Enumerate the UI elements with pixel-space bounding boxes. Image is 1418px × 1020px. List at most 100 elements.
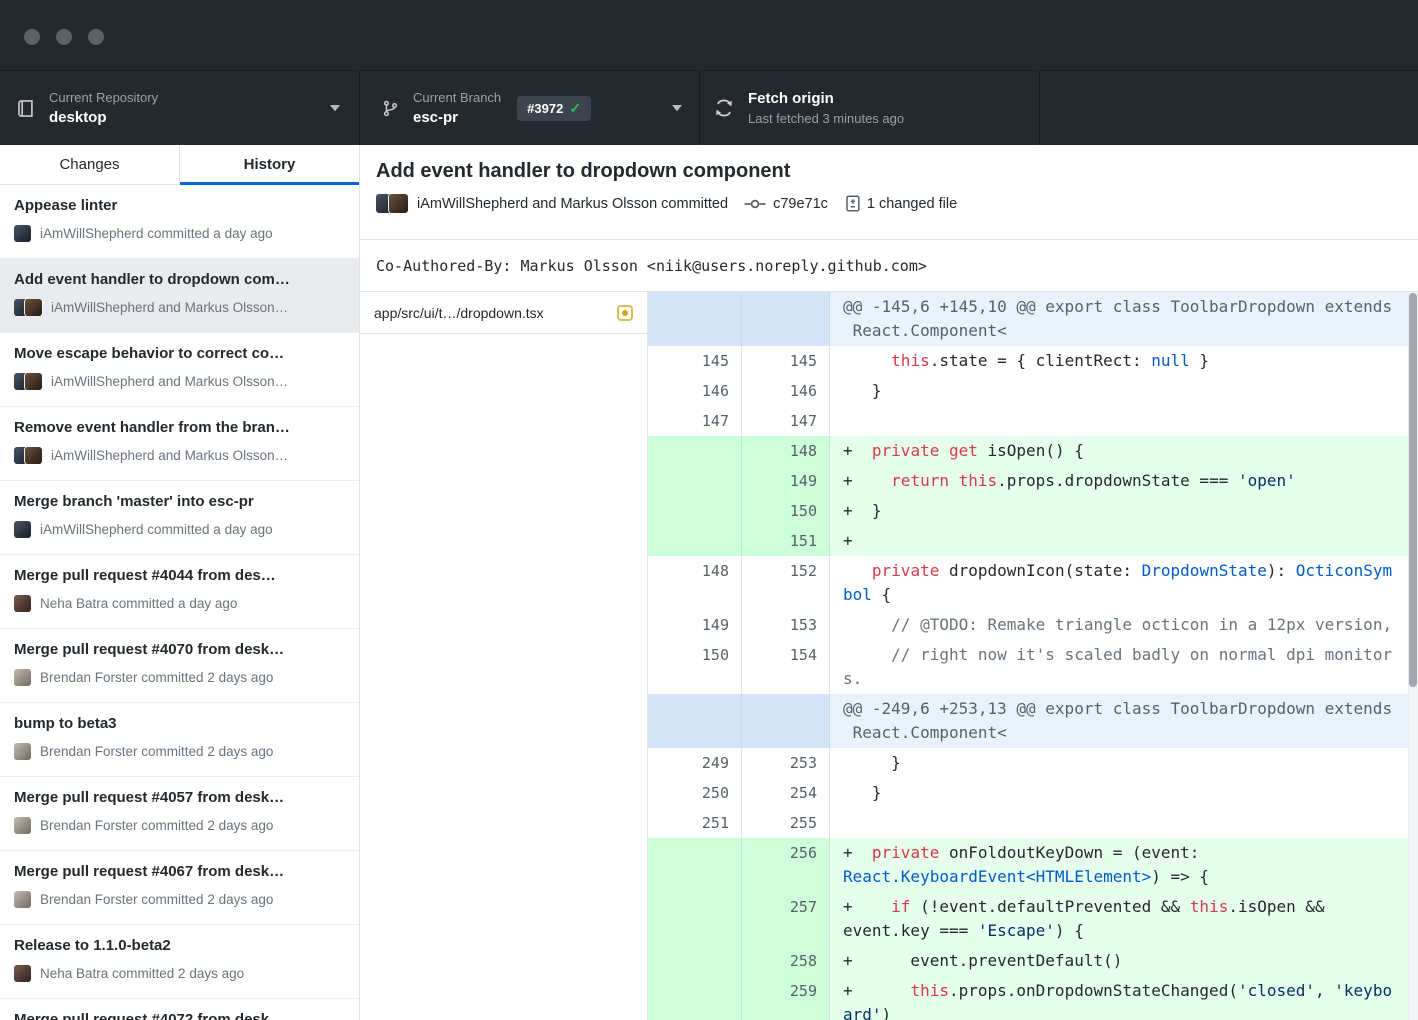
pr-number-badge[interactable]: #3972✓	[517, 96, 591, 121]
commit-list-item[interactable]: Add event handler to dropdown com… iAmWil…	[0, 259, 359, 333]
diff-view: app/src/ui/t…/dropdown.tsx @@ -145,6 +14…	[360, 292, 1418, 1020]
diff-context-line: 149153 // @TODO: Remake triangle octicon…	[648, 610, 1418, 640]
old-line-number	[648, 892, 742, 946]
commit-list-item[interactable]: Merge pull request #4070 from desk…Brend…	[0, 629, 359, 703]
commit-item-title: bump to beta3	[14, 714, 347, 734]
fetch-origin-button[interactable]: Fetch origin Last fetched 3 minutes ago	[700, 71, 1040, 145]
new-line-number: 154	[742, 640, 830, 694]
commit-list-item[interactable]: bump to beta3 Brendan Forster committed 2…	[0, 703, 359, 777]
old-line-number	[648, 436, 742, 466]
branch-selector[interactable]: Current Branch esc-pr #3972✓	[360, 71, 700, 145]
commit-item-title: Merge pull request #4072 from desk…	[14, 1010, 347, 1020]
diff-code-text: + }	[830, 496, 1418, 526]
byline-text: Neha Batra committed a day ago	[40, 596, 237, 611]
commit-detail: Add event handler to dropdown component …	[360, 145, 1418, 1020]
chevron-down-icon	[671, 104, 683, 112]
commit-list-item[interactable]: Merge pull request #4067 from desk… Brend…	[0, 851, 359, 925]
diff-code-text: // right now it's scaled badly on normal…	[830, 640, 1418, 694]
diff-added-line: 150+ }	[648, 496, 1418, 526]
committer-avatars	[14, 225, 31, 242]
diff-context-line: 250254 }	[648, 778, 1418, 808]
avatar	[25, 299, 42, 316]
tab-history[interactable]: History	[179, 145, 359, 184]
new-line-number: 150	[742, 496, 830, 526]
new-line-number: 149	[742, 466, 830, 496]
byline-text: Brendan Forster committed 2 days ago	[40, 670, 273, 685]
new-line-number: 258	[742, 946, 830, 976]
avatar	[14, 743, 31, 760]
pr-number: #3972	[527, 101, 563, 116]
repository-name: desktop	[49, 108, 158, 127]
diff-added-line: 151+	[648, 526, 1418, 556]
minimize-window-button[interactable]	[56, 29, 72, 45]
byline-text: Brendan Forster committed 2 days ago	[40, 892, 273, 907]
commit-list-item[interactable]: Merge pull request #4057 from desk…Brend…	[0, 777, 359, 851]
repo-icon	[16, 99, 35, 118]
committer-avatars	[14, 373, 42, 390]
commit-item-title: Move escape behavior to correct co…	[14, 344, 347, 364]
commit-item-title: Merge pull request #4067 from desk…	[14, 862, 347, 882]
diff-context-line: 146146 }	[648, 376, 1418, 406]
new-line-number: 145	[742, 346, 830, 376]
commit-list-item[interactable]: Merge branch 'master' into esc-priAmWill…	[0, 481, 359, 555]
byline-text: Neha Batra committed 2 days ago	[40, 966, 244, 981]
content: Changes History Appease linteriAmWillShe…	[0, 145, 1418, 1020]
fetch-subtitle: Last fetched 3 minutes ago	[748, 110, 904, 127]
commit-item-byline: iAmWillShepherd and Markus Olsson…	[14, 373, 347, 390]
new-line-number: 253	[742, 748, 830, 778]
old-line-number	[648, 976, 742, 1020]
avatar	[14, 225, 31, 242]
commit-item-title: Remove event handler from the bran…	[14, 418, 347, 438]
modified-status-icon	[617, 305, 633, 321]
scrollbar-thumb[interactable]	[1409, 293, 1417, 687]
diff-code-text: this.state = { clientRect: null }	[830, 346, 1418, 376]
commit-list-item[interactable]: Merge pull request #4072 from desk…	[0, 999, 359, 1020]
new-line-number	[742, 694, 830, 748]
close-window-button[interactable]	[24, 29, 40, 45]
commit-list-item[interactable]: Appease linteriAmWillShepherd committed …	[0, 185, 359, 259]
diff-context-line: 147147	[648, 406, 1418, 436]
old-line-number: 250	[648, 778, 742, 808]
diff-hunk-header: @@ -145,6 +145,10 @@ export class Toolba…	[648, 292, 1418, 346]
commit-item-title: Merge pull request #4057 from desk…	[14, 788, 347, 808]
old-line-number: 251	[648, 808, 742, 838]
file-diff-icon	[846, 195, 860, 212]
diff-scrollbar[interactable]	[1408, 292, 1418, 1020]
commit-list-item[interactable]: Release to 1.1.0-beta2Neha Batra committ…	[0, 925, 359, 999]
commit-item-byline: Brendan Forster committed 2 days ago	[14, 669, 347, 686]
diff-code-text: + private onFoldoutKeyDown = (event: Rea…	[830, 838, 1418, 892]
committer-avatars	[14, 299, 42, 316]
commit-list-item[interactable]: Move escape behavior to correct co… iAmWi…	[0, 333, 359, 407]
zoom-window-button[interactable]	[88, 29, 104, 45]
old-line-number: 148	[648, 556, 742, 610]
avatar	[14, 669, 31, 686]
old-line-number: 249	[648, 748, 742, 778]
old-line-number: 145	[648, 346, 742, 376]
commit-item-byline: Brendan Forster committed 2 days ago	[14, 743, 347, 760]
diff-context-line: 251255	[648, 808, 1418, 838]
sync-icon	[714, 98, 734, 118]
window-controls	[24, 29, 104, 45]
tab-changes[interactable]: Changes	[0, 145, 179, 184]
chevron-down-icon	[329, 104, 341, 112]
new-line-number: 153	[742, 610, 830, 640]
repository-selector[interactable]: Current Repository desktop	[0, 71, 360, 145]
byline-text: iAmWillShepherd committed a day ago	[40, 226, 273, 241]
diff-added-line: 258+ event.preventDefault()	[648, 946, 1418, 976]
commit-item-title: Add event handler to dropdown com…	[14, 270, 347, 290]
commit-item-byline: Brendan Forster committed 2 days ago	[14, 891, 347, 908]
committer-avatars	[14, 521, 31, 538]
commit-list-item[interactable]: Remove event handler from the bran…iAmWi…	[0, 407, 359, 481]
diff-code-text: + if (!event.defaultPrevented && this.is…	[830, 892, 1418, 946]
diff-context-line: 145145 this.state = { clientRect: null }	[648, 346, 1418, 376]
changed-file-item[interactable]: app/src/ui/t…/dropdown.tsx	[360, 292, 647, 334]
github-desktop-window: Current Repository desktop Current Branc…	[0, 0, 1418, 1020]
old-line-number	[648, 496, 742, 526]
diff-code-text: + return this.props.dropdownState === 'o…	[830, 466, 1418, 496]
diff-code-text	[830, 406, 1418, 436]
old-line-number	[648, 946, 742, 976]
commit-item-byline: iAmWillShepherd and Markus Olsson…	[14, 299, 347, 316]
old-line-number	[648, 526, 742, 556]
avatar	[14, 817, 31, 834]
commit-list-item[interactable]: Merge pull request #4044 from des…Neha B…	[0, 555, 359, 629]
